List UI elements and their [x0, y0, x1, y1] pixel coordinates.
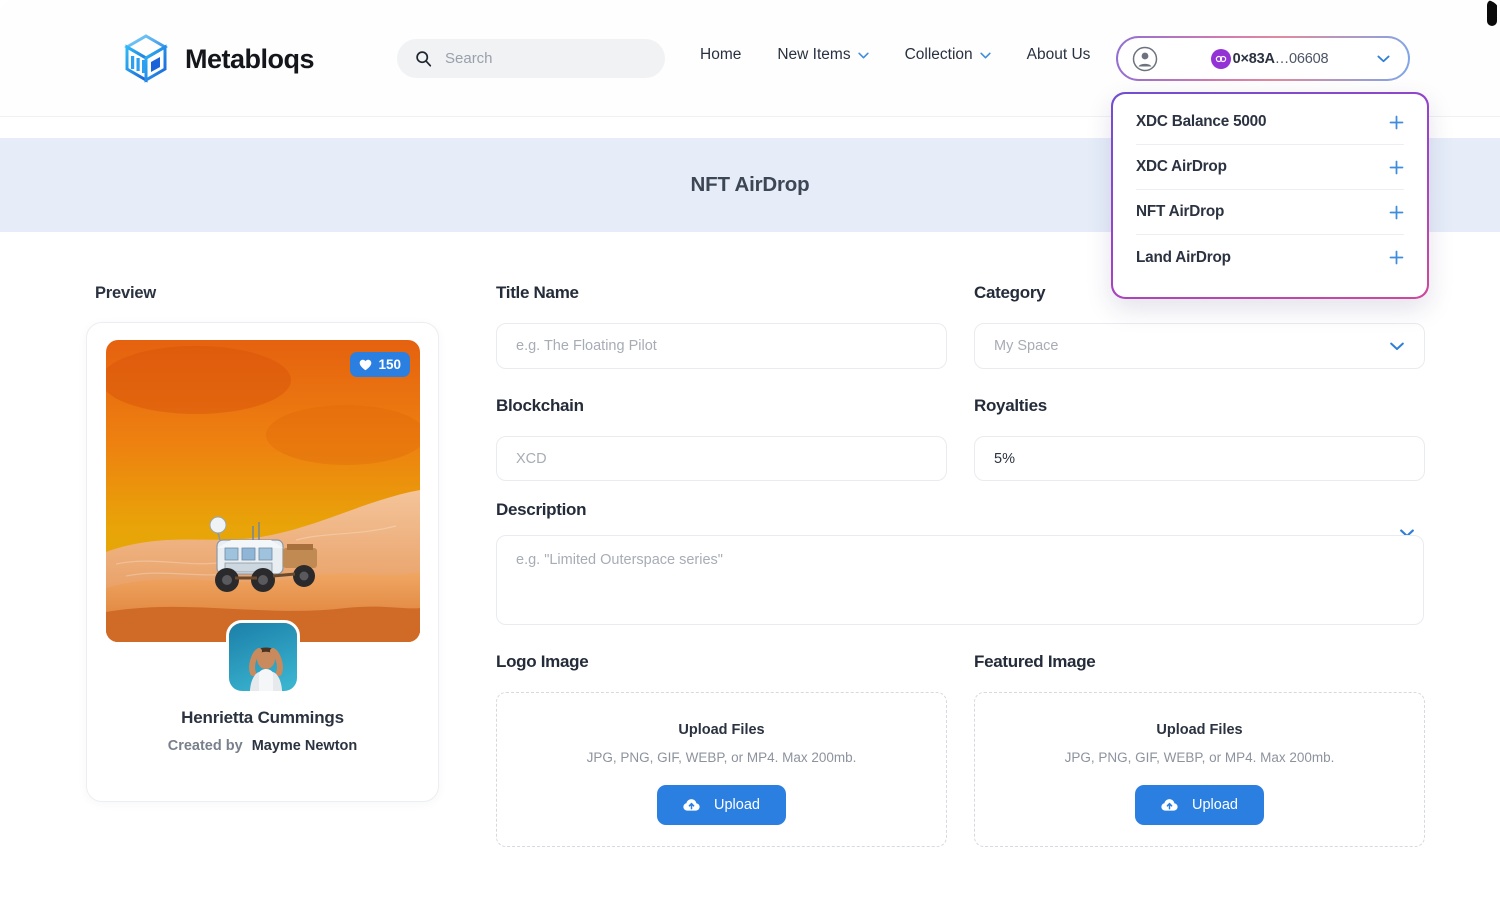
- app-window: Metabloqs Home New Items Collection: [0, 0, 1500, 907]
- label-blockchain: Blockchain: [496, 396, 584, 415]
- like-badge[interactable]: 150: [350, 352, 410, 377]
- wallet-button[interactable]: 0×83A…06608: [1116, 36, 1410, 81]
- chevron-down-icon: [979, 52, 991, 58]
- label-logo-image: Logo Image: [496, 652, 589, 671]
- user-circle-icon: [1132, 46, 1157, 71]
- label-description: Description: [496, 500, 587, 519]
- upload-button-label: Upload: [1192, 797, 1238, 813]
- plus-icon[interactable]: [1389, 250, 1404, 265]
- featured-upload-button[interactable]: Upload: [1135, 785, 1264, 825]
- nav-label: New Items: [777, 46, 851, 63]
- brand-name: Metabloqs: [185, 43, 315, 74]
- avatar: [225, 620, 300, 694]
- label-featured-image: Featured Image: [974, 652, 1096, 671]
- dropdown-item-label: NFT AirDrop: [1136, 203, 1225, 220]
- royalties-input[interactable]: [994, 450, 1405, 467]
- dropdown-item-label: Land AirDrop: [1136, 248, 1231, 266]
- upload-hint: JPG, PNG, GIF, WEBP, or MP4. Max 200mb.: [586, 750, 857, 765]
- created-by-label: Created by: [167, 738, 243, 754]
- preview-heading: Preview: [95, 284, 156, 302]
- chevron-down-icon[interactable]: [1377, 55, 1390, 63]
- nav-item-collection[interactable]: Collection: [905, 46, 991, 64]
- logo-upload-button[interactable]: Upload: [657, 785, 786, 825]
- description-textarea[interactable]: [516, 552, 1404, 608]
- cloud-upload-icon: [683, 799, 700, 811]
- nav-item-home[interactable]: Home: [700, 46, 741, 64]
- dropdown-item-label: XDC AirDrop: [1136, 158, 1227, 175]
- search-box[interactable]: [397, 39, 665, 78]
- nav-item-about-us[interactable]: About Us: [1027, 46, 1091, 64]
- upload-files-title: Upload Files: [678, 722, 765, 738]
- nav-label: Collection: [904, 46, 973, 63]
- category-select[interactable]: [974, 323, 1425, 369]
- upload-files-title: Upload Files: [1156, 722, 1243, 738]
- dropdown-item-label: XDC Balance 5000: [1136, 113, 1267, 130]
- featured-image-dropzone[interactable]: Upload Files JPG, PNG, GIF, WEBP, or MP4…: [974, 692, 1425, 847]
- cloud-upload-icon: [1161, 799, 1178, 811]
- nft-title: Henrietta Cummings: [181, 708, 344, 727]
- label-royalties: Royalties: [974, 396, 1047, 415]
- title-name-field[interactable]: [496, 323, 947, 369]
- wallet-address: 0×83A…06608: [1232, 50, 1329, 67]
- upload-button-label: Upload: [714, 797, 760, 813]
- page-scrollbar-thumb[interactable]: [1487, 0, 1497, 26]
- blockchain-input[interactable]: [516, 450, 927, 467]
- plus-icon[interactable]: [1389, 115, 1404, 130]
- category-input[interactable]: [994, 338, 1405, 354]
- wallet-dropdown-menu: XDC Balance 5000 XDC AirDrop NFT AirDrop: [1111, 92, 1429, 299]
- creator-name[interactable]: Mayme Newton: [252, 738, 358, 754]
- chevron-down-icon[interactable]: [1390, 342, 1404, 351]
- nft-preview-card: 150 Henrietta Cummings Created by Mayme …: [86, 322, 439, 802]
- royalties-field[interactable]: [974, 436, 1425, 481]
- nav-item-new-items[interactable]: New Items: [777, 46, 869, 64]
- like-count: 150: [378, 357, 401, 372]
- search-icon: [416, 51, 432, 67]
- dropdown-item-nft-airdrop[interactable]: NFT AirDrop: [1136, 190, 1404, 235]
- nft-artwork: 150: [106, 340, 420, 642]
- main-nav: Home New Items Collection About Us: [700, 46, 1090, 64]
- creator-row: Created by Mayme Newton: [87, 738, 438, 754]
- dropdown-item-xdc-airdrop[interactable]: XDC AirDrop: [1136, 145, 1404, 190]
- heart-icon: [360, 359, 372, 370]
- label-category: Category: [974, 283, 1046, 302]
- brand-logo[interactable]: Metabloqs: [118, 31, 315, 87]
- dropdown-item-land-airdrop[interactable]: Land AirDrop: [1136, 235, 1404, 280]
- label-title-name: Title Name: [496, 283, 579, 302]
- description-field[interactable]: [496, 535, 1424, 625]
- title-name-input[interactable]: [516, 338, 927, 354]
- dropdown-item-xdc-balance[interactable]: XDC Balance 5000: [1136, 100, 1404, 145]
- chevron-down-icon: [857, 52, 869, 58]
- plus-icon[interactable]: [1389, 160, 1404, 175]
- nav-label: Home: [700, 46, 742, 63]
- page-title: NFT AirDrop: [690, 173, 810, 196]
- cube-logo-icon: [124, 34, 168, 83]
- nav-label: About Us: [1026, 46, 1091, 63]
- upload-hint: JPG, PNG, GIF, WEBP, or MP4. Max 200mb.: [1064, 750, 1335, 765]
- chain-loop-icon: [1210, 48, 1231, 69]
- plus-icon[interactable]: [1389, 205, 1404, 220]
- search-input[interactable]: [445, 50, 647, 67]
- logo-image-dropzone[interactable]: Upload Files JPG, PNG, GIF, WEBP, or MP4…: [496, 692, 947, 847]
- blockchain-field[interactable]: [496, 436, 947, 481]
